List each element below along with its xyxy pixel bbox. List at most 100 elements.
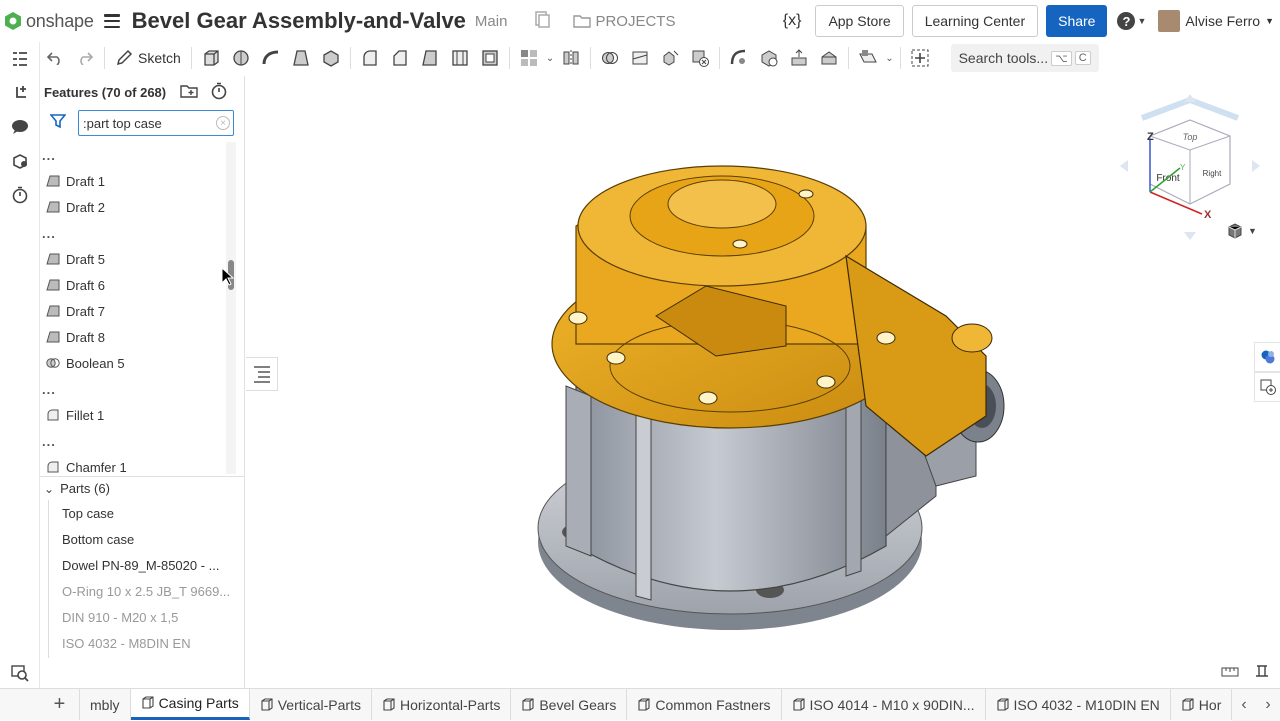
- tab-item[interactable]: ISO 4014 - M10 x 90DIN...: [782, 689, 986, 720]
- plane-icon[interactable]: [853, 44, 883, 72]
- learning-center-button[interactable]: Learning Center: [911, 5, 1039, 37]
- split-icon[interactable]: [625, 44, 655, 72]
- tab-item[interactable]: Hor: [1171, 689, 1233, 720]
- undo-icon[interactable]: [40, 44, 70, 72]
- mirror-icon[interactable]: [556, 44, 586, 72]
- feature-item[interactable]: Draft 8: [40, 324, 230, 350]
- part-item[interactable]: O-Ring 10 x 2.5 JB_T 9669...: [40, 578, 245, 604]
- boolean-icon[interactable]: [595, 44, 625, 72]
- delete-part-icon[interactable]: [685, 44, 715, 72]
- tab-item[interactable]: ISO 4032 - M10DIN EN: [986, 689, 1171, 720]
- collapsed-features-row[interactable]: ...: [40, 220, 230, 246]
- user-menu[interactable]: Alvise Ferro ▼: [1152, 10, 1274, 32]
- feature-filter-input[interactable]: :part top case ×: [78, 110, 234, 136]
- chevron-down-icon[interactable]: ⌄: [546, 53, 554, 64]
- filter-icon[interactable]: [49, 113, 67, 134]
- projects-link[interactable]: PROJECTS: [573, 13, 675, 30]
- chevron-right-icon[interactable]: ›: [1265, 696, 1270, 714]
- shell-icon[interactable]: [475, 44, 505, 72]
- pattern-icon[interactable]: [514, 44, 544, 72]
- part-item[interactable]: Dowel PN-89_M-85020 - ...: [40, 552, 245, 578]
- part-item[interactable]: Bottom case: [40, 526, 245, 552]
- extrude-icon[interactable]: [196, 44, 226, 72]
- collapsed-features-row[interactable]: ...: [40, 142, 230, 168]
- part-item[interactable]: ISO 4032 - M8DIN EN: [40, 630, 245, 656]
- feature-item[interactable]: Fillet 1: [40, 402, 230, 428]
- redo-icon[interactable]: [70, 44, 100, 72]
- tab-label: Vertical-Parts: [277, 696, 361, 713]
- thicken-icon[interactable]: [316, 44, 346, 72]
- appearance-icon[interactable]: [1254, 342, 1280, 372]
- parts-header[interactable]: ⌄ Parts (6): [40, 476, 245, 500]
- mass-properties-icon[interactable]: [1254, 664, 1270, 683]
- tab-item[interactable]: mbly: [80, 689, 131, 720]
- measure-icon[interactable]: [1220, 664, 1240, 683]
- tab-item[interactable]: Bevel Gears: [511, 689, 628, 720]
- feature-label: Boolean 5: [66, 355, 125, 371]
- search-icon[interactable]: [0, 656, 40, 690]
- features-title: Features (70 of 268): [44, 84, 167, 100]
- tab-item[interactable]: Vertical-Parts: [250, 689, 372, 720]
- feature-item[interactable]: Draft 6: [40, 272, 230, 298]
- axis-y-label: Y: [1180, 163, 1186, 172]
- feature-item[interactable]: Chamfer 1: [40, 454, 230, 474]
- add-folder-icon[interactable]: [180, 84, 198, 101]
- help-button[interactable]: ? ▼: [1117, 12, 1146, 30]
- tab-item[interactable]: Common Fastners: [627, 689, 782, 720]
- document-icon[interactable]: [533, 10, 551, 33]
- revolve-icon[interactable]: [226, 44, 256, 72]
- configurations-icon[interactable]: [0, 144, 40, 178]
- modify-fillet-icon[interactable]: [724, 44, 754, 72]
- variable-icon[interactable]: {x}: [783, 12, 802, 30]
- replace-face-icon[interactable]: [814, 44, 844, 72]
- rib-icon[interactable]: [445, 44, 475, 72]
- feature-list-icon[interactable]: [0, 42, 40, 76]
- feature-item[interactable]: Draft 7: [40, 298, 230, 324]
- draft-icon[interactable]: [415, 44, 445, 72]
- transform-icon[interactable]: [655, 44, 685, 72]
- pencil-icon: [116, 49, 133, 66]
- tab-label: ISO 4032 - M10DIN EN: [1013, 696, 1160, 713]
- stopwatch-icon[interactable]: [0, 178, 40, 212]
- document-title[interactable]: Bevel Gear Assembly-and-Valve: [132, 8, 466, 34]
- tab-item[interactable]: Casing Parts: [130, 689, 250, 720]
- branch-label[interactable]: Main: [475, 13, 508, 30]
- sketch-button[interactable]: Sketch: [115, 49, 181, 67]
- part-item[interactable]: Top case: [40, 500, 245, 526]
- feature-item[interactable]: Draft 2: [40, 194, 230, 220]
- chevron-down-icon[interactable]: ⌄: [885, 53, 893, 64]
- parts-list: Top case Bottom case Dowel PN-89_M-85020 -…: [40, 500, 245, 656]
- app-store-button[interactable]: App Store: [815, 5, 904, 37]
- chamfer-icon[interactable]: [385, 44, 415, 72]
- rollback-timer-icon[interactable]: [210, 82, 228, 103]
- bom-icon[interactable]: [1254, 372, 1280, 402]
- collapsed-features-row[interactable]: ...: [40, 428, 230, 454]
- collapsed-features-row[interactable]: ...: [40, 376, 230, 402]
- onshape-logo[interactable]: onshape: [4, 11, 94, 32]
- clear-icon[interactable]: ×: [216, 116, 230, 130]
- feature-label: ...: [42, 433, 56, 449]
- view-cube[interactable]: Top Front Right Z X Y ▼: [1110, 88, 1270, 248]
- feature-item[interactable]: Draft 5: [40, 246, 230, 272]
- insert-icon[interactable]: [0, 76, 40, 110]
- tab-item[interactable]: Horizontal-Parts: [372, 689, 512, 720]
- feature-item[interactable]: Boolean 5: [40, 350, 230, 376]
- share-button[interactable]: Share: [1046, 5, 1108, 37]
- mate-connector-icon[interactable]: [905, 44, 935, 72]
- feature-item[interactable]: Draft 1: [40, 168, 230, 194]
- move-face-icon[interactable]: [784, 44, 814, 72]
- sweep-icon[interactable]: [256, 44, 286, 72]
- comments-icon[interactable]: [0, 110, 40, 144]
- part-studio-icon: [637, 697, 651, 712]
- loft-icon[interactable]: [286, 44, 316, 72]
- part-studio-icon: [382, 697, 396, 712]
- search-tools-input[interactable]: Search tools... ⌥ C: [950, 44, 1099, 72]
- fillet-icon[interactable]: [355, 44, 385, 72]
- menu-icon[interactable]: [103, 14, 120, 28]
- view-options-button[interactable]: ▼: [1226, 222, 1257, 240]
- add-tab-button[interactable]: +: [40, 689, 80, 720]
- chevron-left-icon[interactable]: ‹: [1241, 696, 1246, 714]
- feature-list-scrollbar[interactable]: [226, 142, 236, 474]
- delete-face-icon[interactable]: [754, 44, 784, 72]
- part-item[interactable]: DIN 910 - M20 x 1,5: [40, 604, 245, 630]
